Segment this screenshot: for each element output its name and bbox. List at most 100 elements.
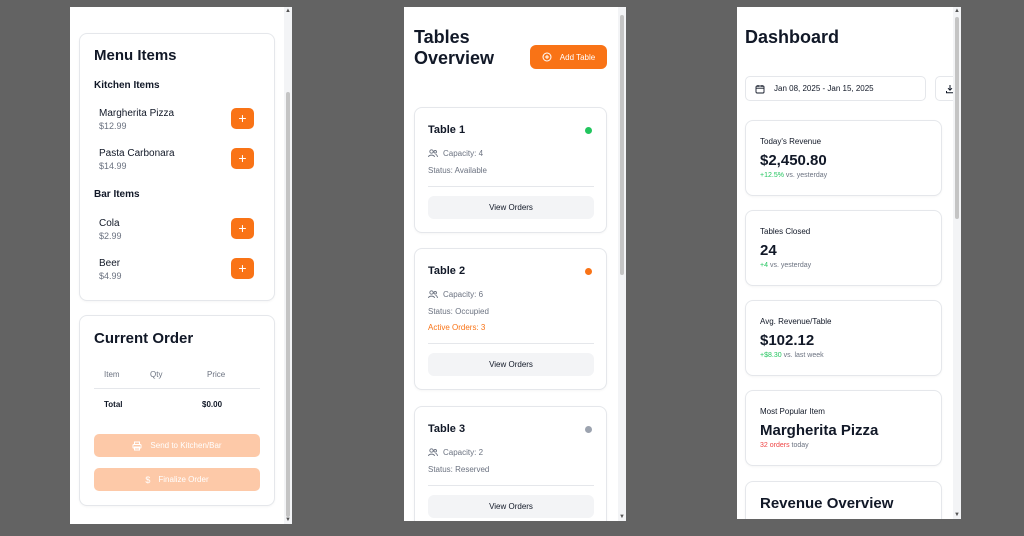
stat-note: vs. yesterday [785,172,828,179]
tables-scrollbar[interactable]: ▼ [618,7,626,521]
table-name: Table 1 [428,124,466,136]
stat-label: Tables Closed [760,227,811,236]
title-line-1: Tables [414,27,470,47]
menu-order-panel: Menu Items Kitchen Items Margherita Pizz… [70,7,292,524]
dashboard-title: Dashboard [745,27,840,47]
status-text: Status: Occupied [428,307,489,316]
revenue-overview-card: Revenue Overview [745,481,942,519]
table-card-2: Table 2 Capacity: 6 Status: Occupied Act… [414,248,607,390]
menu-item-name: Cola [99,218,120,229]
stat-change: 32 orders today [760,442,809,449]
stat-delta: +$8.30 [760,352,782,359]
scroll-thumb[interactable] [620,15,624,275]
stat-card-revenue: Today's Revenue $2,450.80 +12.5% vs. yes… [745,120,942,196]
card-divider [428,485,594,486]
stat-label: Avg. Revenue/Table [760,317,832,326]
table-card-1: Table 1 Capacity: 4 Status: Available Vi… [414,107,607,233]
stat-change: +12.5% vs. yesterday [760,172,827,179]
stat-card-avg-revenue: Avg. Revenue/Table $102.12 +$8.30 vs. la… [745,300,942,376]
table-divider [94,388,260,389]
add-table-label: Add Table [559,52,596,62]
capacity-label: Capacity: 6 [443,290,484,299]
scroll-thumb[interactable] [286,92,290,517]
stat-delta: +12.5% [760,172,784,179]
users-icon [428,448,438,457]
stat-note: vs. yesterday [769,262,812,269]
table-name: Table 2 [428,265,466,277]
send-to-kitchen-button[interactable]: Send to Kitchen/Bar [94,434,260,457]
capacity-label: Capacity: 4 [443,149,484,158]
menu-item-price: $14.99 [99,161,127,171]
view-orders-button[interactable]: View Orders [428,495,594,518]
stat-card-popular-item: Most Popular Item Margherita Pizza 32 or… [745,390,942,466]
view-orders-button[interactable]: View Orders [428,353,594,376]
menu-title: Menu Items [94,47,177,64]
current-order-card: Current Order Item Qty Price Total $0.00… [79,315,275,506]
printer-icon [132,441,142,450]
add-carbonara-button[interactable]: + [231,148,254,169]
capacity-text: Capacity: 4 [428,149,483,158]
menu-scrollbar[interactable]: ▲ ▼ [284,7,292,524]
capacity-text: Capacity: 2 [428,448,483,457]
status-dot [585,268,592,275]
kitchen-items-heading: Kitchen Items [94,80,160,91]
users-icon [428,149,438,158]
scroll-up-arrow-icon[interactable]: ▲ [954,8,960,14]
add-beer-button[interactable]: + [231,258,254,279]
total-value: $0.00 [202,400,223,409]
menu-item-name: Pasta Carbonara [99,148,175,159]
table-name: Table 3 [428,423,466,435]
stat-delta: 32 orders [760,442,790,449]
stat-change: +4 vs. yesterday [760,262,811,269]
dashboard-scrollbar[interactable]: ▲ ▼ [953,7,961,519]
plus-circle-icon [542,52,552,62]
calendar-icon [755,84,765,93]
tables-overview-panel: Tables Overview Add Table Table 1 Capaci… [404,7,626,521]
scroll-down-arrow-icon[interactable]: ▼ [619,514,625,520]
scroll-thumb[interactable] [955,17,959,219]
scroll-up-arrow-icon[interactable]: ▲ [285,8,291,14]
add-cola-button[interactable]: + [231,218,254,239]
menu-item-name: Margherita Pizza [99,108,175,119]
card-divider [428,186,594,187]
current-order-title: Current Order [94,330,194,347]
menu-item-name: Beer [99,258,121,269]
total-label: Total [104,400,123,409]
bar-items-heading: Bar Items [94,189,140,200]
stat-label: Most Popular Item [760,407,825,416]
title-line-2: Overview [414,48,495,68]
menu-item-price: $4.99 [99,271,122,281]
stat-card-tables-closed: Tables Closed 24 +4 vs. yesterday [745,210,942,286]
status-text: Status: Reserved [428,465,490,474]
card-divider [428,343,594,344]
view-orders-button[interactable]: View Orders [428,196,594,219]
date-range-picker[interactable]: Jan 08, 2025 - Jan 15, 2025 [745,76,926,101]
users-icon [428,290,438,299]
capacity-text: Capacity: 6 [428,290,483,299]
capacity-label: Capacity: 2 [443,448,484,457]
stat-label: Today's Revenue [760,137,822,146]
stat-value: 24 [760,242,777,259]
tables-overview-title: Tables Overview [414,27,494,69]
stat-note: today [791,442,809,449]
add-table-button[interactable]: Add Table [530,45,607,69]
stat-value: $102.12 [760,332,815,349]
date-range-text: Jan 08, 2025 - Jan 15, 2025 [774,84,874,93]
scroll-down-arrow-icon[interactable]: ▼ [954,512,960,518]
stat-change: +$8.30 vs. last week [760,352,824,359]
dashboard-panel: Dashboard Jan 08, 2025 - Jan 15, 2025 To… [737,7,961,519]
add-margherita-button[interactable]: + [231,108,254,129]
active-orders-text: Active Orders: 3 [428,323,486,332]
send-button-label: Send to Kitchen/Bar [150,441,222,450]
menu-item-price: $2.99 [99,231,122,241]
stat-delta: +4 [760,262,768,269]
status-text: Status: Available [428,166,488,175]
finalize-button-label: Finalize Order [158,475,209,484]
dollar-icon: $ [145,474,151,485]
stat-value: $2,450.80 [760,152,827,169]
revenue-overview-title: Revenue Overview [760,495,894,512]
scroll-down-arrow-icon[interactable]: ▼ [285,517,291,523]
stat-note: vs. last week [783,352,824,359]
stat-value: Margherita Pizza [760,422,879,439]
finalize-order-button[interactable]: $ Finalize Order [94,468,260,491]
